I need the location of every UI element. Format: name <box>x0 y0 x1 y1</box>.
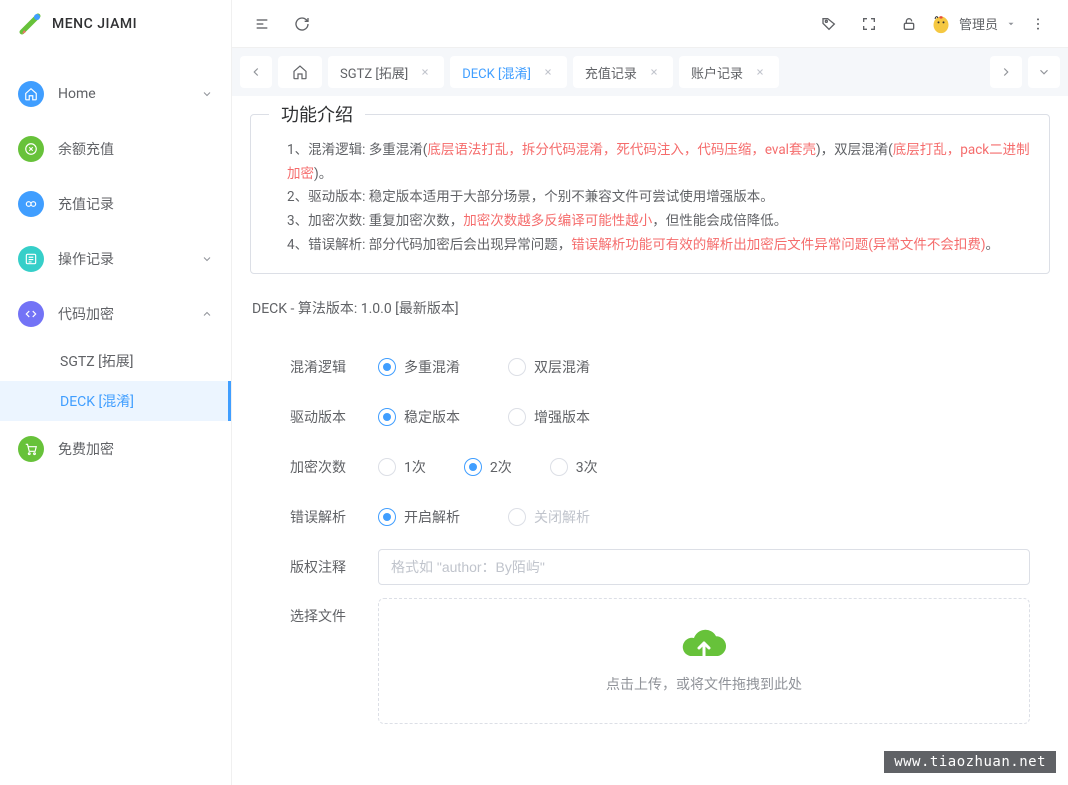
label-copyright: 版权注释 <box>290 557 364 577</box>
radio-times-1[interactable]: 1次 <box>378 457 426 477</box>
radio-logic-multi[interactable]: 多重混淆 <box>378 357 460 377</box>
logo-icon <box>18 12 42 36</box>
radio-error-on[interactable]: 开启解析 <box>378 507 460 527</box>
label-times: 加密次数 <box>290 457 364 477</box>
label-file: 选择文件 <box>290 598 364 626</box>
close-icon[interactable] <box>753 65 767 79</box>
radio-times-3[interactable]: 3次 <box>550 457 598 477</box>
chevron-down-icon <box>1006 19 1016 29</box>
cloud-upload-icon <box>680 628 728 664</box>
intro-title: 功能介绍 <box>269 101 365 127</box>
intro-line-3: 3、加密次数: 重复加密次数，加密次数越多反编译可能性越小，但性能会成倍降低。 <box>269 210 1031 234</box>
app-title: MENC JIAMI <box>52 16 137 32</box>
tab-label: DECK [混淆] <box>462 63 531 82</box>
file-upload-area[interactable]: 点击上传，或将文件拖拽到此处 <box>378 598 1030 724</box>
intro-line-1: 1、混淆逻辑: 多重混淆(底层语法打乱，拆分代码混淆，死代码注入，代码压缩，ev… <box>269 139 1031 186</box>
tab-label: SGTZ [拓展] <box>340 63 408 82</box>
more-button[interactable] <box>1020 6 1056 42</box>
chevron-up-icon <box>201 308 213 320</box>
radio-driver-enhanced[interactable]: 增强版本 <box>508 407 590 427</box>
user-avatar-icon <box>931 14 951 34</box>
recharge-icon <box>18 136 44 162</box>
sidebar-item-recharge-log[interactable]: 充值记录 <box>0 176 231 231</box>
logo-area: MENC JIAMI <box>0 0 231 48</box>
radio-error-off[interactable]: 关闭解析 <box>508 507 590 527</box>
tab-label: 充值记录 <box>585 63 637 82</box>
sidebar-item-label: Home <box>58 86 201 102</box>
sidebar-item-label: 充值记录 <box>58 194 213 214</box>
chevron-down-icon <box>201 88 213 100</box>
user-name: 管理员 <box>959 14 998 33</box>
sidebar-item-home[interactable]: Home <box>0 66 231 121</box>
home-icon <box>18 81 44 107</box>
copyright-input[interactable] <box>378 549 1030 585</box>
tab-deck[interactable]: DECK [混淆] <box>450 56 567 88</box>
intro-line-2: 2、驱动版本: 稳定版本适用于大部分场景，个别不兼容文件可尝试使用增强版本。 <box>269 186 1031 210</box>
cart-icon <box>18 436 44 462</box>
tabs-next-button[interactable] <box>990 56 1022 88</box>
collapse-sidebar-button[interactable] <box>244 6 280 42</box>
tag-button[interactable] <box>811 6 847 42</box>
radio-logic-double[interactable]: 双层混淆 <box>508 357 590 377</box>
sidebar-item-recharge[interactable]: 余额充值 <box>0 121 231 176</box>
radio-times-2[interactable]: 2次 <box>464 457 512 477</box>
intro-line-4: 4、错误解析: 部分代码加密后会出现异常问题，错误解析功能可有效的解析出加密后文… <box>269 234 1031 258</box>
close-icon[interactable] <box>418 65 432 79</box>
tab-account-log[interactable]: 账户记录 <box>679 56 779 88</box>
tab-sgtz[interactable]: SGTZ [拓展] <box>328 56 444 88</box>
code-icon <box>18 301 44 327</box>
tab-label: 账户记录 <box>691 63 743 82</box>
close-icon[interactable] <box>647 65 661 79</box>
tabs-prev-button[interactable] <box>240 56 272 88</box>
label-driver: 驱动版本 <box>290 407 364 427</box>
tabs-dropdown-button[interactable] <box>1028 56 1060 88</box>
tab-home[interactable] <box>278 56 322 88</box>
radio-driver-stable[interactable]: 稳定版本 <box>378 407 460 427</box>
sidebar-item-label: 代码加密 <box>58 304 201 324</box>
log-icon <box>18 246 44 272</box>
user-menu[interactable]: 管理员 <box>931 14 1016 34</box>
record-icon <box>18 191 44 217</box>
refresh-button[interactable] <box>284 6 320 42</box>
sidebar-subitem-sgtz[interactable]: SGTZ [拓展] <box>0 341 231 381</box>
label-error: 错误解析 <box>290 507 364 527</box>
sidebar-item-operation-log[interactable]: 操作记录 <box>0 231 231 286</box>
watermark: www.tiaozhuan.net <box>884 751 1056 773</box>
label-logic: 混淆逻辑 <box>290 357 364 377</box>
sidebar-item-label: 免费加密 <box>58 439 213 459</box>
close-icon[interactable] <box>541 65 555 79</box>
tab-recharge-log[interactable]: 充值记录 <box>573 56 673 88</box>
fullscreen-button[interactable] <box>851 6 887 42</box>
lock-button[interactable] <box>891 6 927 42</box>
sidebar-item-code-encrypt[interactable]: 代码加密 <box>0 286 231 341</box>
sidebar-item-label: 操作记录 <box>58 249 201 269</box>
sidebar-item-free-encrypt[interactable]: 免费加密 <box>0 421 231 476</box>
intro-panel: 功能介绍 1、混淆逻辑: 多重混淆(底层语法打乱，拆分代码混淆，死代码注入，代码… <box>250 114 1050 274</box>
sidebar-item-label: 余额充值 <box>58 139 213 159</box>
chevron-down-icon <box>201 253 213 265</box>
upload-hint: 点击上传，或将文件拖拽到此处 <box>606 674 802 694</box>
sidebar-subitem-deck[interactable]: DECK [混淆] <box>0 381 231 421</box>
version-text: DECK - 算法版本: 1.0.0 [最新版本] <box>250 298 1050 318</box>
